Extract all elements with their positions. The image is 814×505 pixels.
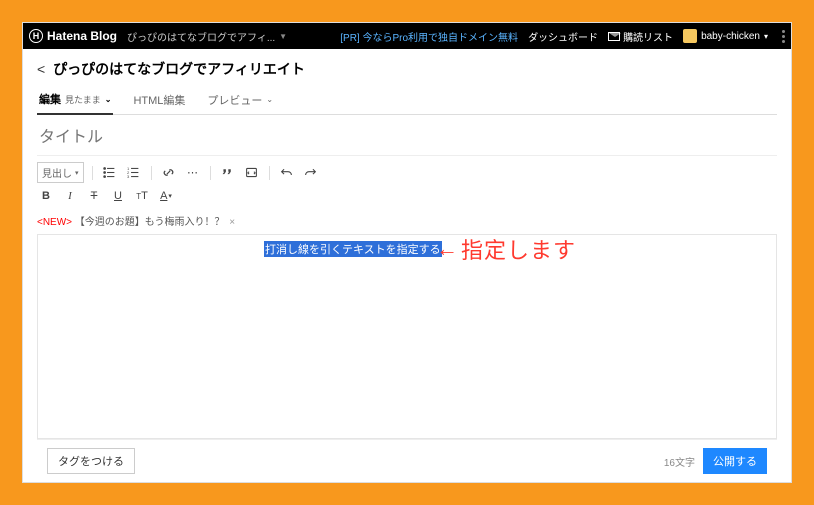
toolbar-row-1: 見出し ▾ 123 ⋯ — [37, 162, 777, 183]
back-button[interactable]: < — [37, 61, 45, 77]
notice-text[interactable]: 【今週のお題】もう梅雨入り！？ — [75, 217, 225, 228]
separator — [151, 166, 152, 180]
redo-icon[interactable] — [302, 164, 320, 182]
code-icon[interactable] — [243, 164, 261, 182]
tab-html[interactable]: HTML編集 — [131, 87, 187, 114]
header-row: < ぴっぴのはてなブログでアフィリエイト — [37, 59, 777, 79]
more-icon[interactable]: ⋯ — [184, 164, 202, 182]
svg-text:3: 3 — [127, 174, 130, 179]
link-icon[interactable] — [160, 164, 178, 182]
chevron-down-icon: ⌄ — [266, 95, 273, 104]
chevron-down-icon: ⌄ — [105, 95, 112, 104]
annotation: ← 指定します — [436, 233, 576, 265]
content: < ぴっぴのはてなブログでアフィリエイト 編集 見たまま ⌄ HTML編集 プレ… — [23, 49, 791, 482]
editor-tabs: 編集 見たまま ⌄ HTML編集 プレビュー ⌄ — [37, 87, 777, 115]
annotation-text: 指定します — [461, 233, 576, 265]
selected-text[interactable]: 打消し線を引くテキストを指定する — [264, 241, 442, 257]
bold-button[interactable]: B — [37, 187, 55, 205]
separator — [92, 166, 93, 180]
chevron-down-icon: ▾ — [764, 32, 768, 41]
toolbar-row-2: B I T U TT A▾ — [37, 187, 777, 205]
undo-icon[interactable] — [278, 164, 296, 182]
brand[interactable]: H Hatena Blog — [29, 29, 117, 43]
toolbar: 見出し ▾ 123 ⋯ B I T U T — [37, 162, 777, 205]
ul-icon[interactable] — [101, 164, 119, 182]
chevron-down-icon[interactable]: ▼ — [279, 32, 287, 41]
tab-edit-label: 編集 — [39, 91, 61, 107]
ol-icon[interactable]: 123 — [125, 164, 143, 182]
username: baby-chicken — [701, 31, 760, 42]
new-badge: <NEW> — [37, 217, 72, 228]
quote-icon[interactable] — [219, 164, 237, 182]
mail-icon — [608, 32, 620, 41]
separator — [210, 166, 211, 180]
editor-area[interactable]: 打消し線を引くテキストを指定する ← 指定します — [37, 234, 777, 439]
separator — [269, 166, 270, 180]
notice-bar: <NEW> 【今週のお題】もう梅雨入り！？ × — [37, 213, 777, 228]
deliver-label: 購読リスト — [623, 29, 673, 44]
deliver-link[interactable]: 購読リスト — [608, 29, 673, 44]
heading-select[interactable]: 見出し ▾ — [37, 162, 84, 183]
chevron-down-icon: ▾ — [168, 192, 172, 200]
publish-button[interactable]: 公開する — [703, 448, 767, 474]
italic-button[interactable]: I — [61, 187, 79, 205]
chevron-down-icon: ▾ — [75, 169, 79, 177]
hatena-icon: H — [29, 29, 43, 43]
underline-button[interactable]: U — [109, 187, 127, 205]
tab-edit-sub: 見たまま — [65, 93, 101, 106]
more-menu-icon[interactable] — [782, 30, 785, 43]
char-count: 16文字 — [664, 454, 695, 469]
topbar-right: [PR] 今ならPro利用で独自ドメイン無料 ダッシュボード 購読リスト bab… — [340, 29, 785, 44]
color-button[interactable]: A▾ — [157, 187, 175, 205]
brand-text: Hatena Blog — [47, 29, 117, 43]
tag-button[interactable]: タグをつける — [47, 448, 135, 474]
close-icon[interactable]: × — [229, 217, 235, 228]
strike-button[interactable]: T — [85, 187, 103, 205]
fontsize-button[interactable]: TT — [133, 187, 151, 205]
tab-preview[interactable]: プレビュー ⌄ — [205, 87, 275, 114]
heading-label: 見出し — [42, 165, 72, 180]
title-input[interactable] — [37, 121, 777, 156]
blog-subtitle[interactable]: ぴっぴのはてなブログでアフィ... — [127, 29, 275, 44]
user-menu[interactable]: baby-chicken ▾ — [683, 29, 768, 43]
pr-link[interactable]: [PR] 今ならPro利用で独自ドメイン無料 — [340, 29, 518, 44]
tab-edit[interactable]: 編集 見たまま ⌄ — [37, 87, 113, 115]
avatar — [683, 29, 697, 43]
app-window: H Hatena Blog ぴっぴのはてなブログでアフィ... ▼ [PR] 今… — [22, 22, 792, 483]
topbar: H Hatena Blog ぴっぴのはてなブログでアフィ... ▼ [PR] 今… — [23, 23, 791, 49]
tab-preview-label: プレビュー — [207, 92, 262, 108]
dashboard-link[interactable]: ダッシュボード — [528, 29, 598, 44]
arrow-left-icon: ← — [436, 236, 459, 262]
page-title: ぴっぴのはてなブログでアフィリエイト — [53, 59, 305, 79]
footer: タグをつける 16文字 公開する — [37, 439, 777, 482]
